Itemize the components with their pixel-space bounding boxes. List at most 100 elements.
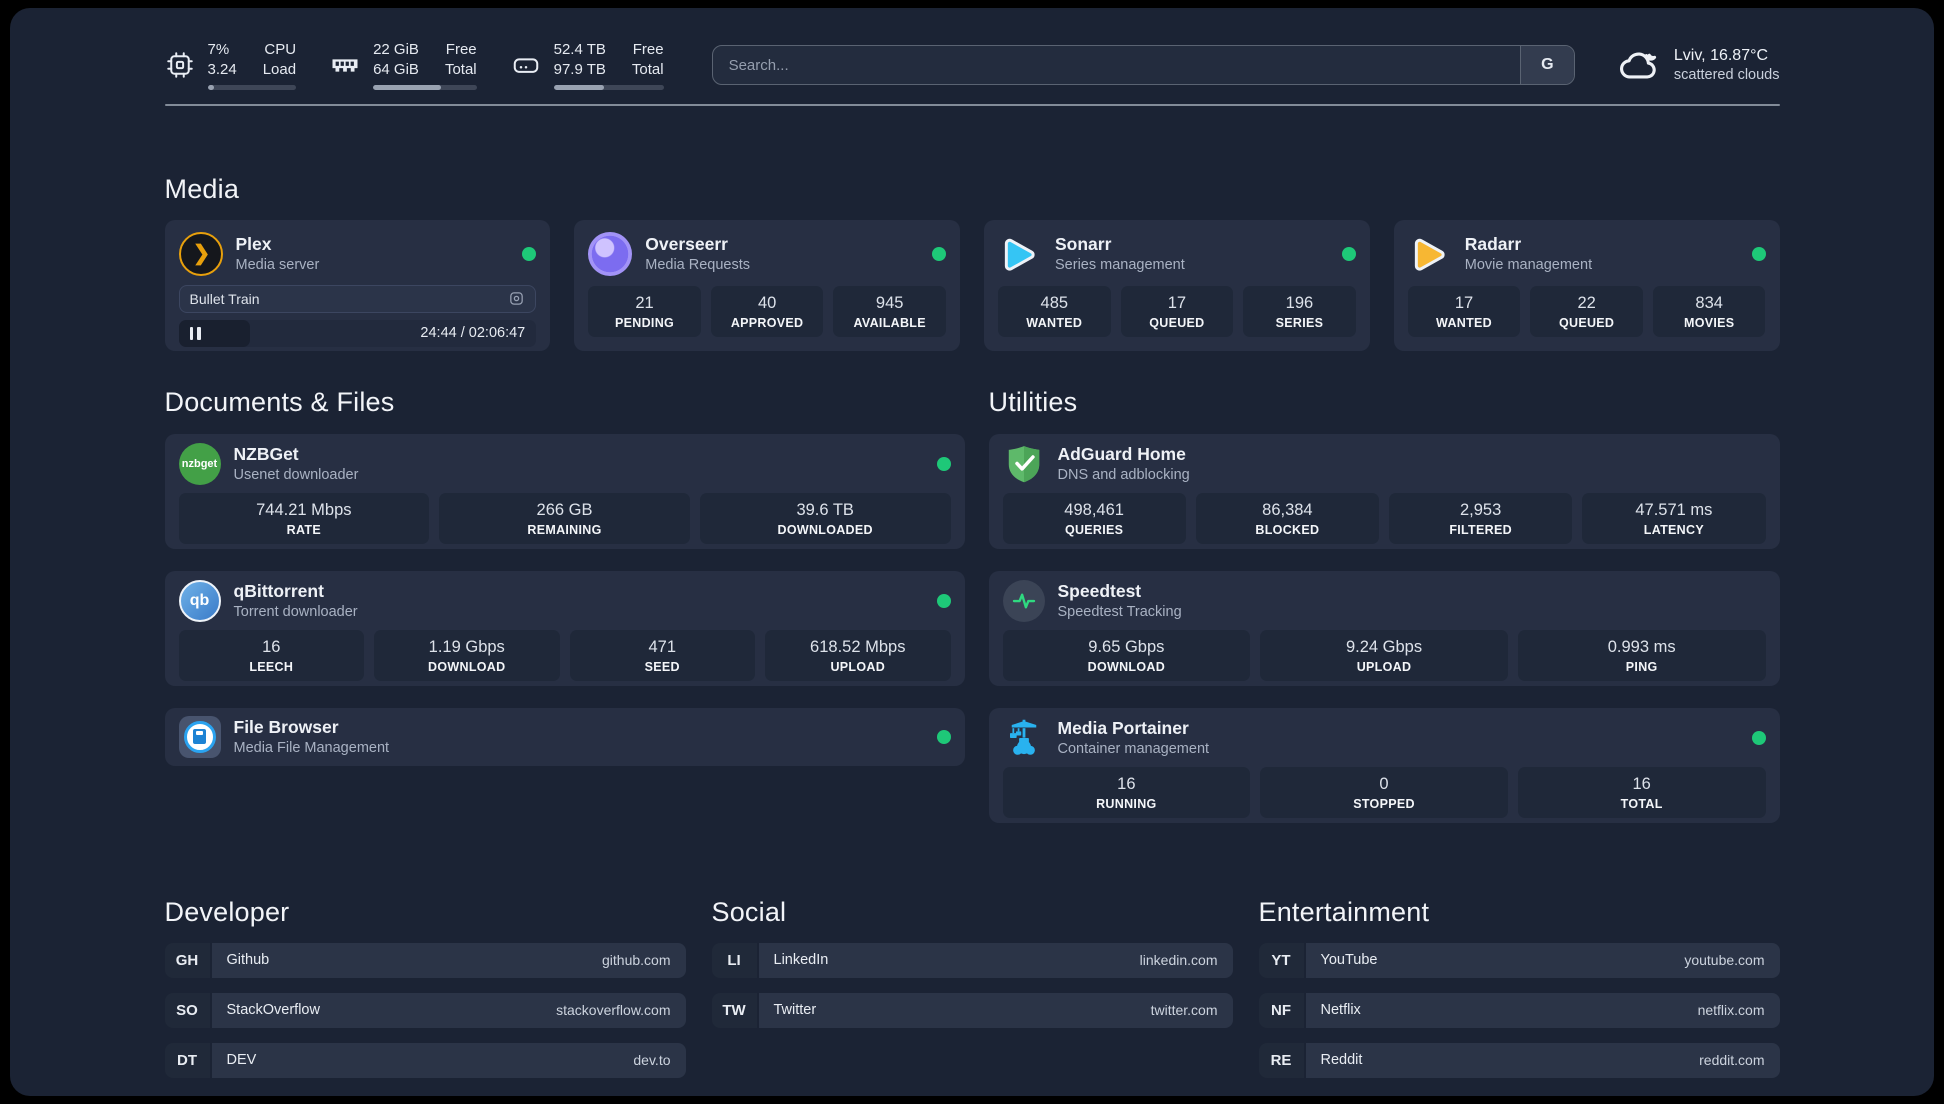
radarr-card[interactable]: Radarr Movie management 17 WANTED 22 QUE… <box>1393 219 1780 351</box>
nzbget-subtitle: Usenet downloader <box>233 467 359 483</box>
speedtest-icon <box>1002 579 1045 622</box>
ram-total-value: 64 GiB <box>373 60 419 78</box>
radarr-status-dot <box>1751 246 1766 261</box>
speedtest-title: Speedtest <box>1057 581 1142 601</box>
section-title-media: Media <box>164 173 240 204</box>
sonarr-icon <box>998 232 1042 276</box>
link-url: github.com <box>602 952 671 968</box>
link-linkedin[interactable]: LI LinkedIn linkedin.com <box>711 942 1233 978</box>
section-title-social: Social <box>711 896 787 927</box>
stat-tile: 0 STOPPED <box>1260 766 1508 818</box>
link-youtube[interactable]: YT YouTube youtube.com <box>1258 942 1780 978</box>
documents-column: Documents & Files nzbget NZBGet Usenet d… <box>164 387 965 823</box>
developer-section: Developer GH Github github.com SO StackO… <box>164 897 686 1078</box>
adguard-subtitle: DNS and adblocking <box>1057 467 1190 483</box>
portainer-title: Media Portainer <box>1057 718 1189 738</box>
plex-card[interactable]: ❯ Plex Media server Bullet Train 24:44 /… <box>164 219 551 351</box>
link-abbr: SO <box>164 992 210 1028</box>
link-name: Reddit <box>1320 1052 1363 1068</box>
link-stackoverflow[interactable]: SO StackOverflow stackoverflow.com <box>164 992 686 1028</box>
filebrowser-card[interactable]: File Browser Media File Management <box>164 707 965 766</box>
plex-now-playing: Bullet Train <box>178 284 537 313</box>
link-github[interactable]: GH Github github.com <box>164 942 686 978</box>
qbittorrent-title: qBittorrent <box>233 581 324 601</box>
stat-tile: 744.21 Mbps RATE <box>178 492 430 544</box>
top-bar: 7% 3.24 CPU Load 22 GiB 64 GiB Free Tota… <box>165 38 1780 92</box>
stat-tile: 16 TOTAL <box>1517 766 1766 818</box>
plex-status-dot <box>522 246 537 261</box>
cpu-load-value: 3.24 <box>207 60 237 78</box>
pause-icon[interactable] <box>189 326 193 340</box>
stat-tile: 47.571 ms LATENCY <box>1582 492 1766 544</box>
stat-tile: 9.24 Gbps UPLOAD <box>1260 629 1508 681</box>
qbittorrent-card[interactable]: qb qBittorrent Torrent downloader 16 LEE… <box>164 570 965 686</box>
link-abbr: YT <box>1258 942 1304 978</box>
link-abbr: TW <box>711 992 757 1028</box>
stat-tile: 834 MOVIES <box>1652 285 1766 337</box>
nzbget-icon: nzbget <box>178 442 221 485</box>
cpu-label: CPU <box>264 41 297 58</box>
stat-tile: 17 QUEUED <box>1120 285 1234 337</box>
link-name: Twitter <box>773 1002 817 1018</box>
link-url: stackoverflow.com <box>556 1002 671 1018</box>
stat-tile: 196 SERIES <box>1243 285 1356 337</box>
link-name: Netflix <box>1320 1002 1361 1018</box>
radarr-title: Radarr <box>1464 234 1522 254</box>
link-reddit[interactable]: RE Reddit reddit.com <box>1258 1042 1780 1078</box>
speedtest-card[interactable]: Speedtest Speedtest Tracking 9.65 Gbps D… <box>988 570 1780 686</box>
cpu-icon <box>166 52 193 78</box>
plex-title: Plex <box>235 234 272 254</box>
search-input[interactable] <box>712 46 1520 84</box>
nzbget-title: NZBGet <box>233 444 299 464</box>
overseerr-status-dot <box>932 246 946 261</box>
link-twitter[interactable]: TW Twitter twitter.com <box>711 992 1233 1028</box>
weather-location-temp: Lviv, 16.87°C <box>1673 47 1769 64</box>
portainer-card[interactable]: Media Portainer Container management 16 … <box>988 707 1780 823</box>
link-abbr: LI <box>711 942 757 978</box>
portainer-status-dot <box>1751 730 1766 745</box>
search-provider-button[interactable]: G <box>1519 46 1574 84</box>
cpu-load-label: Load <box>262 60 297 78</box>
disk-free-label: Free <box>632 41 664 58</box>
adguard-card[interactable]: AdGuard Home DNS and adblocking 498,461 … <box>988 433 1780 549</box>
entertainment-section: Entertainment YT YouTube youtube.com NF … <box>1258 897 1780 1078</box>
disk-total-label: Total <box>631 60 664 78</box>
stat-tile: 471 SEED <box>569 629 755 681</box>
sonarr-card[interactable]: Sonarr Series management 485 WANTED 17 Q… <box>984 219 1370 351</box>
filebrowser-title: File Browser <box>233 717 339 737</box>
cpu-stat: 7% 3.24 CPU Load <box>165 40 297 90</box>
qbittorrent-icon: qb <box>178 579 221 622</box>
cloud-icon <box>1619 52 1657 79</box>
sonarr-status-dot <box>1341 246 1356 261</box>
link-url: twitter.com <box>1150 1002 1218 1018</box>
link-dev[interactable]: DT DEV dev.to <box>164 1042 686 1078</box>
link-url: youtube.com <box>1684 952 1765 968</box>
link-url: netflix.com <box>1697 1002 1765 1018</box>
sonarr-title: Sonarr <box>1055 234 1112 254</box>
media-cards-row: ❯ Plex Media server Bullet Train 24:44 /… <box>164 219 1780 351</box>
plex-now-playing-title: Bullet Train <box>189 290 260 307</box>
stat-tile: 16 RUNNING <box>1002 766 1251 818</box>
link-abbr: NF <box>1258 992 1304 1028</box>
plex-progress-bar[interactable]: 24:44 / 02:06:47 <box>178 319 537 347</box>
ram-stat: 22 GiB 64 GiB Free Total <box>330 40 477 90</box>
system-stats: 7% 3.24 CPU Load 22 GiB 64 GiB Free Tota… <box>165 40 664 90</box>
nzbget-status-dot <box>936 456 951 471</box>
overseerr-icon <box>588 231 633 276</box>
adguard-icon <box>1003 443 1045 485</box>
stat-tile: 22 QUEUED <box>1530 285 1643 337</box>
stat-tile: 17 WANTED <box>1407 285 1521 337</box>
stat-tile: 16 LEECH <box>178 629 364 681</box>
nzbget-card[interactable]: nzbget NZBGet Usenet downloader 744.21 M… <box>164 433 965 549</box>
disk-total-value: 97.9 TB <box>553 60 606 78</box>
link-abbr: DT <box>164 1042 210 1078</box>
radarr-icon <box>1408 232 1452 276</box>
link-netflix[interactable]: NF Netflix netflix.com <box>1258 992 1780 1028</box>
filebrowser-icon <box>178 715 221 758</box>
session-icon <box>510 292 524 305</box>
link-url: dev.to <box>633 1052 671 1068</box>
link-url: reddit.com <box>1699 1052 1765 1068</box>
overseerr-card[interactable]: Overseerr Media Requests 21 PENDING 40 A… <box>574 219 960 351</box>
plex-playback-time: 24:44 / 02:06:47 <box>420 325 526 341</box>
ram-free-value: 22 GiB <box>373 41 419 58</box>
